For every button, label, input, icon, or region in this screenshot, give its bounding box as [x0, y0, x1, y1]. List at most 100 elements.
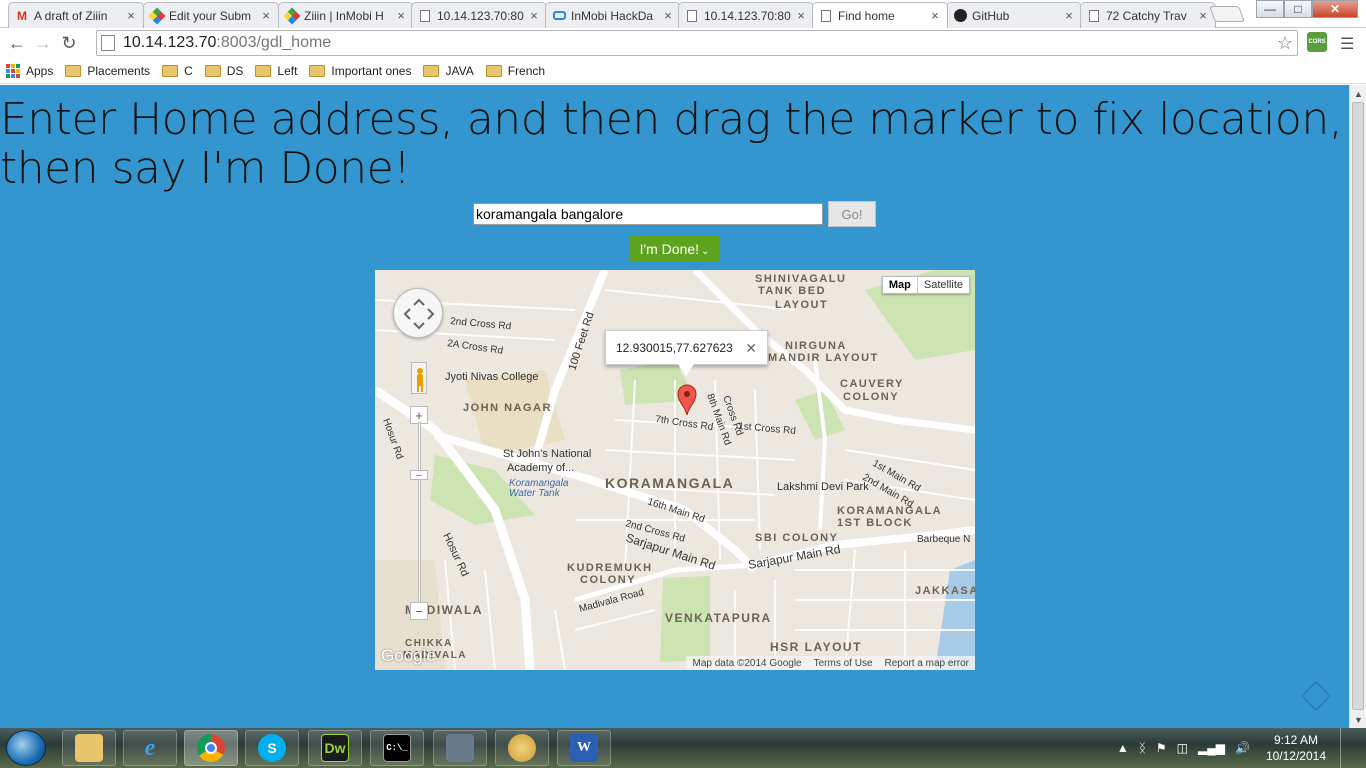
map-type-satellite-button[interactable]: Satellite: [918, 277, 969, 293]
bookmark-folder[interactable]: Placements: [65, 64, 150, 78]
map-label: Hosur Rd: [380, 417, 405, 460]
tab-5[interactable]: 10.14.123.70:80 ×: [678, 2, 814, 28]
map-label: JAKKASAND: [915, 585, 975, 597]
reload-button[interactable]: ↻: [56, 30, 82, 56]
windows-taskbar: e S Dw C:\_ W ▲ ᛝ ⚑ ◫ ▂▄▆ 🔊 9:12 AM 10/1…: [0, 728, 1366, 768]
command-prompt-icon: C:\_: [383, 734, 411, 762]
close-tab-icon[interactable]: ×: [662, 8, 674, 23]
close-tab-icon[interactable]: ×: [125, 8, 137, 23]
bookmark-label: French: [507, 63, 546, 78]
bookmark-folder[interactable]: JAVA: [423, 64, 474, 78]
cors-extension-icon[interactable]: CORS: [1307, 32, 1327, 52]
action-center-flag-icon[interactable]: ⚑: [1156, 741, 1167, 755]
taskbar-paint[interactable]: [495, 730, 549, 766]
tab-8[interactable]: 72 Catchy Trav ×: [1080, 2, 1216, 28]
volume-icon[interactable]: 🔊: [1235, 741, 1250, 755]
close-tab-icon[interactable]: ×: [929, 8, 941, 23]
feedback-icon[interactable]: [1300, 680, 1332, 712]
bookmarks-bar: Apps Placements C DS Left Important ones JAVA…: [0, 58, 1366, 84]
scroll-down-icon[interactable]: ▼: [1350, 711, 1366, 728]
close-info-icon[interactable]: ✕: [745, 340, 757, 357]
bookmark-apps[interactable]: Apps: [6, 63, 53, 78]
street-view-pegman-icon[interactable]: [411, 362, 427, 394]
clock[interactable]: 9:12 AM 10/12/2014: [1266, 732, 1326, 764]
map-label: Water Tank: [509, 488, 561, 499]
scroll-up-icon[interactable]: ▲: [1350, 85, 1366, 102]
close-tab-icon[interactable]: ×: [1063, 8, 1075, 23]
pan-control[interactable]: [393, 288, 443, 338]
tab-6[interactable]: Find home ×: [812, 2, 948, 28]
map-label: Madivala Road: [578, 587, 645, 615]
tab-label: GitHub: [972, 8, 1010, 23]
show-hidden-icons-icon[interactable]: ▲: [1117, 741, 1129, 755]
forward-button[interactable]: →: [30, 30, 56, 56]
url-text: 10.14.123.70:8003/gdl_home: [123, 34, 332, 51]
map-type-map-button[interactable]: Map: [883, 277, 918, 293]
page-scrollbar[interactable]: ▲ ▼: [1349, 85, 1366, 728]
tab-label: 10.14.123.70:80: [704, 8, 791, 23]
bookmark-folder[interactable]: Important ones: [309, 64, 411, 78]
bookmark-star-icon[interactable]: ☆: [1277, 33, 1293, 54]
taskbar-cmd[interactable]: C:\_: [370, 730, 424, 766]
taskbar-word[interactable]: W: [557, 730, 611, 766]
taskbar-chrome[interactable]: [184, 730, 238, 766]
map-label: 16th Main Rd: [646, 496, 706, 525]
map-marker-icon[interactable]: [677, 384, 697, 416]
bookmark-folder[interactable]: French: [485, 63, 546, 78]
tab-4[interactable]: InMobi HackDa ×: [545, 2, 681, 28]
zoom-slider-handle[interactable]: –: [410, 470, 428, 481]
close-window-button[interactable]: ✕: [1312, 0, 1358, 18]
map-label: 1st Cross Rd: [738, 421, 797, 437]
tab-strip: MA draft of Ziiin × Edit your Subm × Ziiin |…: [0, 0, 1366, 28]
bookmark-folder[interactable]: Left: [255, 64, 297, 78]
zoom-slider-track[interactable]: [418, 422, 421, 607]
taskbar-skype[interactable]: S: [245, 730, 299, 766]
chrome-menu-icon[interactable]: ☰: [1340, 34, 1354, 54]
close-tab-icon[interactable]: ×: [1197, 8, 1209, 23]
taskbar-ie[interactable]: e: [123, 730, 177, 766]
bluetooth-icon[interactable]: ᛝ: [1139, 741, 1146, 755]
map-label: LAYOUT: [775, 299, 828, 311]
back-button[interactable]: ←: [4, 30, 30, 56]
page-heading: Enter Home address, and then drag the ma…: [0, 94, 1343, 194]
taskbar-explorer[interactable]: [62, 730, 116, 766]
chevron-down-icon: ⌄: [701, 245, 710, 257]
map-label: HSR LAYOUT: [770, 640, 862, 654]
bookmark-folder[interactable]: C: [162, 64, 193, 78]
close-tab-icon[interactable]: ×: [528, 8, 540, 23]
close-tab-icon[interactable]: ×: [795, 8, 807, 23]
show-desktop-button[interactable]: [1340, 728, 1352, 768]
page-icon: [685, 9, 699, 23]
wifi-signal-icon[interactable]: ▂▄▆: [1198, 741, 1225, 755]
tab-1[interactable]: Edit your Subm ×: [143, 2, 279, 28]
address-bar[interactable]: 10.14.123.70:8003/gdl_home ☆: [96, 30, 1298, 56]
map-label: Lakshmi Devi Park: [777, 481, 869, 493]
minimize-button[interactable]: —: [1256, 0, 1284, 18]
taskbar-network[interactable]: [433, 730, 487, 766]
tab-3[interactable]: 10.14.123.70:80 ×: [411, 2, 547, 28]
address-input[interactable]: koramangala bangalore: [473, 203, 823, 225]
done-button[interactable]: I'm Done! ⌄: [629, 236, 720, 261]
close-tab-icon[interactable]: ×: [260, 8, 272, 23]
tab-label: 10.14.123.70:80: [437, 8, 524, 23]
report-map-error-link[interactable]: Report a map error: [885, 658, 969, 669]
tab-7[interactable]: GitHub ×: [946, 2, 1082, 28]
taskbar-dreamweaver[interactable]: Dw: [308, 730, 362, 766]
bookmark-folder[interactable]: DS: [204, 64, 243, 78]
google-logo: Google: [381, 646, 436, 665]
map-canvas[interactable]: Jyoti Nivas College JOHN NAGAR St John's N…: [375, 270, 975, 670]
tab-0[interactable]: M A draft of Ziiin ×: [8, 2, 144, 28]
folder-icon: [75, 734, 103, 762]
close-tab-icon[interactable]: ×: [395, 8, 407, 23]
zoom-out-button[interactable]: −: [410, 602, 428, 620]
go-button[interactable]: Go!: [828, 201, 876, 227]
start-button[interactable]: [6, 730, 46, 766]
pan-arrows-icon: [403, 298, 435, 330]
power-icon[interactable]: ◫: [1177, 741, 1188, 755]
terms-of-use-link[interactable]: Terms of Use: [814, 658, 873, 669]
tab-2[interactable]: Ziiin | InMobi H ×: [278, 2, 414, 28]
new-tab-button[interactable]: [1209, 6, 1245, 22]
scroll-thumb[interactable]: [1352, 102, 1364, 710]
map-label: SHINIVAGALU: [755, 273, 846, 285]
maximize-button[interactable]: □: [1284, 0, 1312, 18]
